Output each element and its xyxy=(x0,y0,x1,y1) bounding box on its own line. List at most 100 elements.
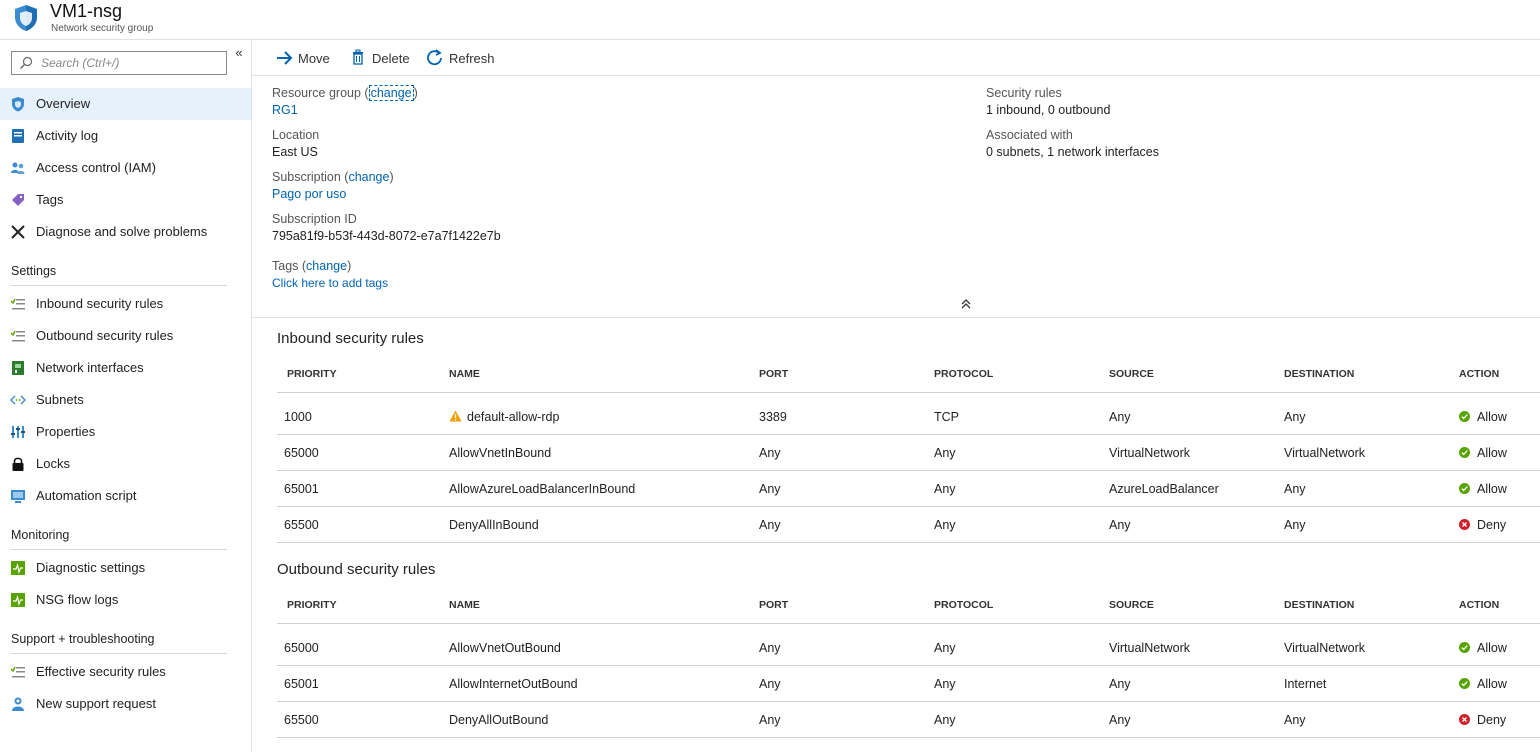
collapse-sidebar-button[interactable]: « xyxy=(232,45,246,60)
cell-protocol: Any xyxy=(934,641,956,655)
sidebar-section-settings: Settings xyxy=(11,264,57,278)
warning-icon xyxy=(449,410,462,422)
cell-source: AzureLoadBalancer xyxy=(1109,482,1219,496)
check-circle-icon xyxy=(1459,642,1470,653)
cell-protocol: Any xyxy=(934,446,956,460)
move-button[interactable]: Move xyxy=(276,49,332,69)
cell-priority: 65000 xyxy=(284,641,319,655)
check-circle-icon xyxy=(1459,411,1470,422)
delete-button[interactable]: Delete xyxy=(350,49,410,69)
cell-protocol: Any xyxy=(934,482,956,496)
sidebar-section-monitoring: Monitoring xyxy=(11,528,70,542)
subscription-change-link[interactable]: change xyxy=(348,170,389,184)
sidebar-item-label: Locks xyxy=(36,456,70,471)
col-protocol: PROTOCOL xyxy=(934,599,994,611)
sidebar-item-label: Diagnose and solve problems xyxy=(36,224,208,239)
subscription-link[interactable]: Pago por uso xyxy=(272,187,346,201)
table-row[interactable]: 65001 AllowAzureLoadBalancerInBound Any Any… xyxy=(277,471,1540,507)
cell-port: Any xyxy=(759,446,781,460)
cell-action: Allow xyxy=(1477,677,1507,691)
cell-name: DenyAllInBound xyxy=(449,518,539,532)
resource-group-link[interactable]: RG1 xyxy=(272,103,298,117)
cell-priority: 1000 xyxy=(284,410,312,424)
col-source: SOURCE xyxy=(1109,368,1154,380)
flow-logs-icon xyxy=(11,593,25,607)
cell-name: AllowVnetOutBound xyxy=(449,641,561,655)
support-icon xyxy=(12,697,24,711)
search-icon xyxy=(20,56,33,69)
sidebar-item-effective-security-rules[interactable]: Effective security rules xyxy=(0,656,251,688)
sidebar-item-new-support-request[interactable]: New support request xyxy=(0,688,251,720)
col-name: NAME xyxy=(449,599,480,611)
cell-source: Any xyxy=(1109,518,1131,532)
col-action: ACTION xyxy=(1459,599,1500,611)
add-tags-link[interactable]: Click here to add tags xyxy=(272,276,388,290)
tags-change-link[interactable]: change xyxy=(306,259,347,273)
sidebar-item-subnets[interactable]: Subnets xyxy=(0,384,251,416)
sidebar-item-inbound-security-rules[interactable]: Inbound security rules xyxy=(0,288,251,320)
divider xyxy=(11,653,227,654)
collapse-essentials-button[interactable] xyxy=(960,298,972,313)
cell-protocol: Any xyxy=(934,518,956,532)
sidebar-item-label: Access control (IAM) xyxy=(36,160,156,175)
cell-action: Allow xyxy=(1477,641,1507,655)
trash-icon xyxy=(353,49,363,65)
table-row[interactable]: 1000 default-allow-rdp 3389 TCP Any Any Allow xyxy=(277,399,1540,435)
sidebar-item-activity-log[interactable]: Activity log xyxy=(0,120,251,152)
table-row[interactable]: 65500 DenyAllOutBound Any Any Any Any Deny xyxy=(277,702,1540,738)
table-row[interactable]: 65000 AllowVnetInBound Any Any VirtualNetwor… xyxy=(277,435,1540,471)
lock-icon xyxy=(12,457,24,471)
sidebar-item-access-control[interactable]: Access control (IAM) xyxy=(0,152,251,184)
sidebar-item-properties[interactable]: Properties xyxy=(0,416,251,448)
subscription-id-label: Subscription ID xyxy=(272,212,357,226)
inbound-rules-icon xyxy=(10,298,25,310)
sidebar-item-tags[interactable]: Tags xyxy=(0,184,251,216)
sidebar-item-outbound-security-rules[interactable]: Outbound security rules xyxy=(0,320,251,352)
table-row[interactable]: 65500 DenyAllInBound Any Any Any Any Deny xyxy=(277,507,1540,543)
cell-action: Deny xyxy=(1477,713,1507,727)
error-circle-icon xyxy=(1459,519,1470,530)
subscription-label: Subscription (change) xyxy=(272,170,394,184)
cell-destination: Any xyxy=(1284,482,1306,496)
col-source: SOURCE xyxy=(1109,599,1154,611)
check-circle-icon xyxy=(1459,678,1470,689)
cell-action: Allow xyxy=(1477,410,1507,424)
sidebar-item-diagnostic-settings[interactable]: Diagnostic settings xyxy=(0,552,251,584)
subscription-id-value: 795a81f9-b53f-443d-8072-e7a7f1422e7b xyxy=(272,229,501,243)
cell-name: AllowInternetOutBound xyxy=(449,677,578,691)
refresh-button[interactable]: Refresh xyxy=(426,49,496,69)
sidebar-item-overview[interactable]: Overview xyxy=(0,88,251,120)
main-content: Move Delete Refresh Resource group (chan… xyxy=(252,40,1540,752)
sidebar-item-nsg-flow-logs[interactable]: NSG flow logs xyxy=(0,584,251,616)
wrench-icon xyxy=(11,225,25,239)
sidebar-item-network-interfaces[interactable]: Network interfaces xyxy=(0,352,251,384)
outbound-section-title: Outbound security rules xyxy=(277,561,436,578)
cell-source: Any xyxy=(1109,677,1131,691)
tags-label: Tags (change) xyxy=(272,259,352,273)
resource-group-change-link[interactable]: change xyxy=(368,85,414,101)
sidebar-item-automation-script[interactable]: Automation script xyxy=(0,480,251,512)
inbound-section-title: Inbound security rules xyxy=(277,330,424,347)
sidebar-item-label: Automation script xyxy=(36,488,137,503)
cell-port: Any xyxy=(759,677,781,691)
sidebar-item-label: Diagnostic settings xyxy=(36,560,146,575)
sidebar-section-support: Support + troubleshooting xyxy=(11,632,155,646)
cell-protocol: Any xyxy=(934,713,956,727)
security-rules-label: Security rules xyxy=(986,86,1062,100)
cell-priority: 65000 xyxy=(284,446,319,460)
page-header: VM1-nsg Network security group xyxy=(0,0,1540,40)
search-input[interactable]: Search (Ctrl+/) xyxy=(11,51,227,75)
cell-protocol: Any xyxy=(934,677,956,691)
error-circle-icon xyxy=(1459,714,1470,725)
network-interface-icon xyxy=(12,361,24,375)
col-destination: DESTINATION xyxy=(1284,599,1355,611)
subscription-label-text: Subscription xyxy=(272,170,341,184)
associated-with-label: Associated with xyxy=(986,128,1073,142)
arrow-right-icon xyxy=(277,51,293,65)
table-row[interactable]: 65001 AllowInternetOutBound Any Any Any Inter… xyxy=(277,666,1540,702)
sidebar-item-diagnose[interactable]: Diagnose and solve problems xyxy=(0,216,251,248)
table-row[interactable]: 65000 AllowVnetOutBound Any Any VirtualNetwo… xyxy=(277,630,1540,666)
sidebar-item-locks[interactable]: Locks xyxy=(0,448,251,480)
cell-port: Any xyxy=(759,518,781,532)
cell-name: AllowVnetInBound xyxy=(449,446,552,460)
